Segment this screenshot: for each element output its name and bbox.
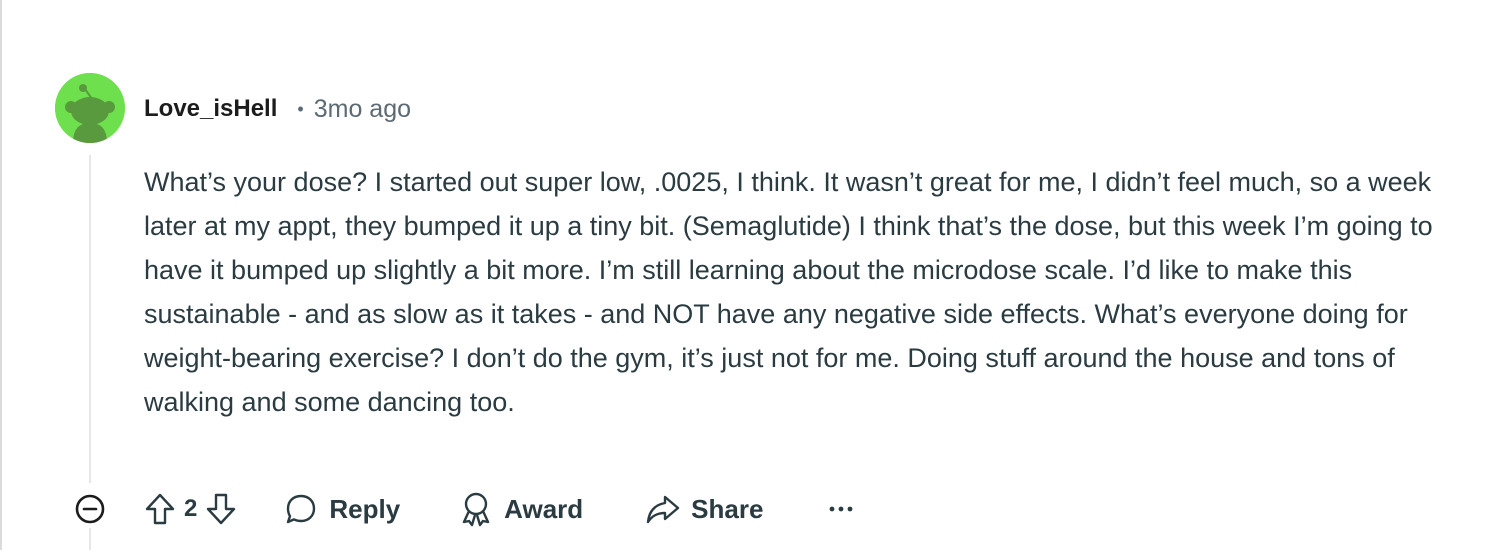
award-ribbon-icon	[458, 489, 494, 529]
speech-bubble-icon	[283, 489, 319, 529]
downvote-button[interactable]	[201, 489, 241, 529]
upvote-button[interactable]	[140, 489, 180, 529]
award-button[interactable]: Award	[458, 489, 583, 529]
reply-button[interactable]: Reply	[283, 489, 400, 529]
award-label: Award	[504, 493, 584, 524]
comment-body: What’s your dose? I started out super lo…	[144, 167, 1433, 417]
avatar[interactable]	[55, 73, 125, 143]
comment-action-bar: 2 Reply Award Share	[70, 486, 861, 532]
meta-separator: •	[297, 98, 304, 119]
snoo-avatar-icon	[55, 73, 125, 143]
collapse-thread-button[interactable]	[70, 489, 110, 529]
reply-label: Reply	[329, 493, 401, 524]
vote-controls: 2	[140, 489, 241, 529]
share-label: Share	[691, 493, 764, 524]
collapse-thread-icon	[75, 494, 105, 524]
thread-line[interactable]	[89, 155, 91, 483]
username-link[interactable]: Love_isHell	[144, 95, 277, 123]
upvote-arrow-icon	[145, 493, 175, 525]
page-left-border	[0, 0, 2, 550]
comment-timestamp[interactable]: 3mo ago	[314, 95, 411, 124]
comment-meta: Love_isHell • 3mo ago	[144, 92, 411, 126]
share-arrow-icon	[645, 489, 681, 529]
more-options-button[interactable]	[821, 489, 861, 529]
share-button[interactable]: Share	[645, 489, 763, 529]
vote-score: 2	[184, 495, 198, 522]
ellipsis-icon	[830, 506, 853, 512]
downvote-arrow-icon	[207, 493, 236, 525]
